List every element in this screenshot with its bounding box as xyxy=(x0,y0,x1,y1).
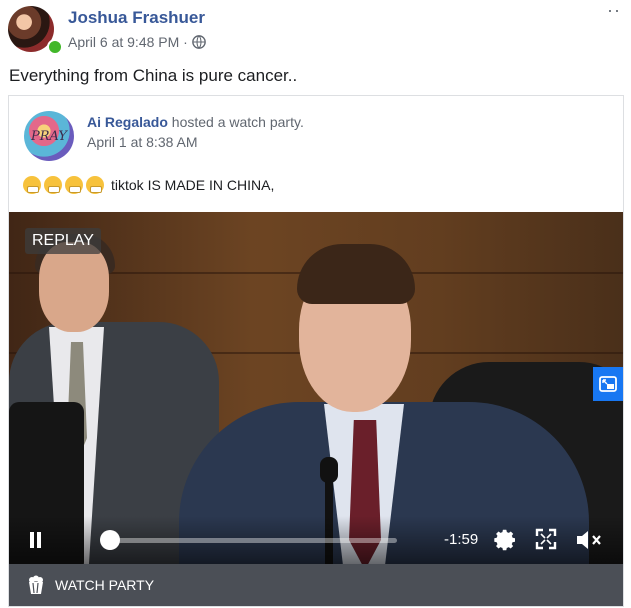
progress-bar[interactable] xyxy=(101,538,397,543)
grimace-emoji-icon xyxy=(86,176,104,194)
shared-post-heading: Ai Regalado hosted a watch party. xyxy=(87,114,304,130)
online-status-dot xyxy=(47,39,63,55)
progress-handle[interactable] xyxy=(99,530,120,550)
background-person-head xyxy=(39,242,109,332)
shared-action: hosted a watch party. xyxy=(167,114,304,130)
globe-icon[interactable] xyxy=(192,35,206,49)
post-text: Everything from China is pure cancer.. xyxy=(9,66,298,85)
volume-muted-icon[interactable] xyxy=(575,528,603,552)
pause-icon[interactable] xyxy=(29,532,43,550)
grimace-emoji-icon xyxy=(65,176,83,194)
popcorn-icon xyxy=(29,575,43,594)
author-name[interactable]: Joshua Frashuer xyxy=(68,8,205,28)
replay-badge: REPLAY xyxy=(25,228,101,254)
main-person xyxy=(179,232,599,564)
watch-party-label: WATCH PARTY xyxy=(55,577,155,593)
shared-author-name[interactable]: Ai Regalado xyxy=(87,114,168,130)
shared-post-caption: tiktok IS MADE IN CHINA, xyxy=(111,177,275,193)
picture-in-picture-button[interactable] xyxy=(593,367,623,401)
shared-post-timestamp[interactable]: April 1 at 8:38 AM xyxy=(87,134,198,150)
gear-icon[interactable] xyxy=(494,528,518,552)
grimace-emoji-icon xyxy=(44,176,62,194)
shared-post-card: PRAY Ai Regalado hosted a watch party. A… xyxy=(8,95,624,607)
main-person-hair xyxy=(297,244,415,304)
watch-party-bar[interactable]: WATCH PARTY xyxy=(9,564,623,606)
post-header: Joshua Frashuer April 6 at 9:48 PM · ·· xyxy=(8,1,623,55)
microphone xyxy=(320,457,338,483)
fullscreen-icon[interactable] xyxy=(535,528,557,550)
shared-author-avatar[interactable]: PRAY xyxy=(24,111,74,161)
video-player[interactable]: REPLAY -1:59 xyxy=(9,212,623,564)
more-options-button[interactable]: ·· xyxy=(607,1,621,19)
shared-post-text: tiktok IS MADE IN CHINA, xyxy=(23,176,274,194)
video-controls: -1:59 xyxy=(9,516,623,564)
post-meta: April 6 at 9:48 PM · xyxy=(68,34,206,50)
grimace-emoji-icon xyxy=(23,176,41,194)
time-remaining: -1:59 xyxy=(444,531,479,548)
picture-in-picture-icon xyxy=(599,376,617,392)
avatar-logo-text: PRAY xyxy=(31,128,67,144)
post-timestamp[interactable]: April 6 at 9:48 PM · xyxy=(68,34,188,50)
